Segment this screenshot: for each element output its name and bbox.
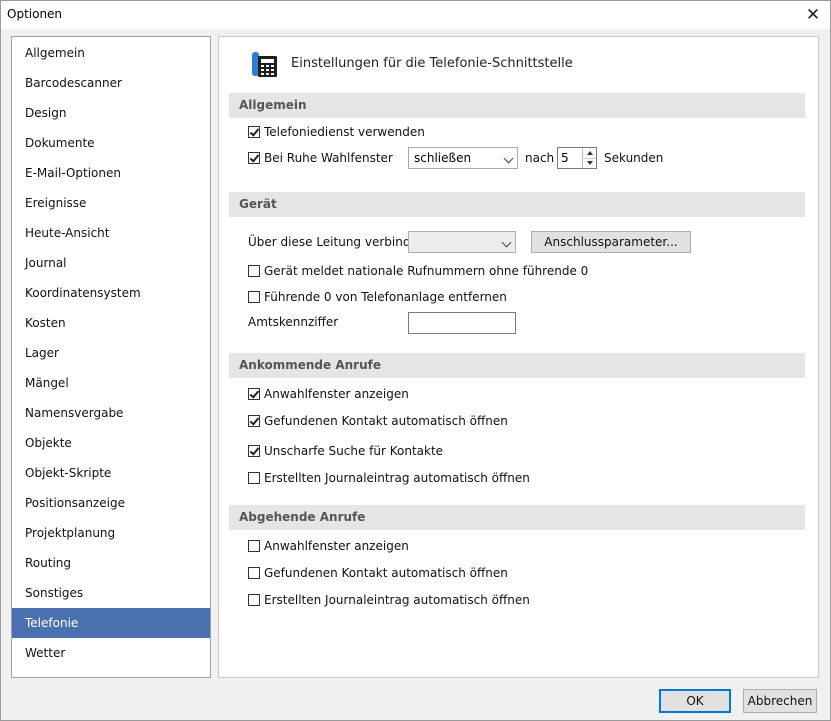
nav-item[interactable]: Objekte	[12, 428, 210, 458]
after-label: nach	[525, 151, 555, 165]
seconds-label: Sekunden	[604, 151, 664, 165]
trunk-code-input[interactable]	[408, 312, 516, 334]
seconds-spinner[interactable]: 5	[557, 147, 597, 169]
nav-item[interactable]: Lager	[12, 338, 210, 368]
chevron-down-icon	[503, 153, 514, 164]
nav-item[interactable]: Kosten	[12, 308, 210, 338]
incoming-show-dialog-checkbox[interactable]	[248, 388, 260, 400]
use-telephony-service-label: Telefoniedienst verwenden	[264, 125, 425, 139]
connection-parameters-button[interactable]: Anschlussparameter...	[531, 231, 691, 253]
leading-zero-checkbox[interactable]	[248, 291, 260, 303]
use-telephony-service-row[interactable]: Telefoniedienst verwenden	[248, 123, 425, 141]
panel-title: Einstellungen für die Telefonie-Schnitts…	[291, 56, 573, 71]
leading-zero-label: Führende 0 von Telefonanlage entfernen	[264, 290, 507, 304]
nav-item[interactable]: Objekt-Skripte	[12, 458, 210, 488]
national-numbers-label: Gerät meldet nationale Rufnummern ohne f…	[264, 264, 589, 278]
incoming-open-contact-row[interactable]: Gefundenen Kontakt automatisch öffnen	[248, 412, 508, 430]
outgoing-show-dialog-row[interactable]: Anwahlfenster anzeigen	[248, 537, 409, 555]
incoming-show-dialog-label: Anwahlfenster anzeigen	[264, 387, 409, 401]
idle-dialog-checkbox[interactable]	[248, 152, 260, 164]
section-outgoing-header: Abgehende Anrufe	[229, 505, 805, 530]
nav-item[interactable]: Barcodescanner	[12, 68, 210, 98]
section-general-header: Allgemein	[229, 93, 805, 118]
spinner-buttons	[582, 148, 596, 168]
category-list: Allgemein Barcodescanner Design Dokumente E-…	[11, 36, 211, 678]
incoming-fuzzy-search-checkbox[interactable]	[248, 445, 260, 457]
incoming-open-journal-label: Erstellten Journaleintrag automatisch öf…	[264, 471, 530, 485]
spin-down-button[interactable]	[583, 158, 596, 168]
nav-item[interactable]: Design	[12, 98, 210, 128]
phone-calculator-icon	[252, 52, 277, 77]
outgoing-show-dialog-checkbox[interactable]	[248, 540, 260, 552]
nav-item[interactable]: Positionsanzeige	[12, 488, 210, 518]
nav-item[interactable]: Wetter	[12, 638, 210, 668]
outgoing-open-journal-label: Erstellten Journaleintrag automatisch öf…	[264, 593, 530, 607]
incoming-fuzzy-search-row[interactable]: Unscharfe Suche für Kontakte	[248, 442, 443, 460]
leading-zero-row[interactable]: Führende 0 von Telefonanlage entfernen	[248, 288, 507, 306]
section-device-header: Gerät	[229, 192, 805, 217]
close-button[interactable]: ✕	[796, 1, 830, 29]
outgoing-open-contact-checkbox[interactable]	[248, 567, 260, 579]
options-dialog: Optionen ✕ Allgemein Barcodescanner Design…	[0, 0, 831, 721]
national-numbers-row[interactable]: Gerät meldet nationale Rufnummern ohne f…	[248, 262, 588, 280]
outgoing-show-dialog-label: Anwahlfenster anzeigen	[264, 539, 409, 553]
incoming-open-contact-checkbox[interactable]	[248, 415, 260, 427]
outgoing-open-contact-label: Gefundenen Kontakt automatisch öffnen	[264, 566, 508, 580]
idle-action-select[interactable]: schließen	[408, 147, 518, 169]
cancel-button[interactable]: Abbrechen	[743, 689, 817, 713]
nav-item[interactable]: Namensvergabe	[12, 398, 210, 428]
incoming-show-dialog-row[interactable]: Anwahlfenster anzeigen	[248, 385, 409, 403]
outgoing-open-contact-row[interactable]: Gefundenen Kontakt automatisch öffnen	[248, 564, 508, 582]
incoming-open-journal-checkbox[interactable]	[248, 472, 260, 484]
nav-item[interactable]: Heute-Ansicht	[12, 218, 210, 248]
national-numbers-checkbox[interactable]	[248, 265, 260, 277]
outgoing-open-journal-row[interactable]: Erstellten Journaleintrag automatisch öf…	[248, 591, 530, 609]
nav-item[interactable]: Mängel	[12, 368, 210, 398]
trunk-code-label: Amtskennziffer	[248, 315, 339, 329]
arrow-up-icon	[586, 151, 593, 155]
nav-item[interactable]: Telefonie	[12, 608, 210, 638]
idle-dialog-label: Bei Ruhe Wahlfenster	[264, 151, 393, 165]
incoming-fuzzy-search-label: Unscharfe Suche für Kontakte	[264, 444, 444, 458]
window-title: Optionen	[7, 7, 63, 21]
incoming-open-contact-label: Gefundenen Kontakt automatisch öffnen	[264, 414, 508, 428]
line-select[interactable]	[408, 231, 516, 253]
nav-item[interactable]: Koordinatensystem	[12, 278, 210, 308]
line-label: Über diese Leitung verbinden	[248, 235, 426, 249]
outgoing-open-journal-checkbox[interactable]	[248, 594, 260, 606]
ok-button[interactable]: OK	[659, 689, 731, 713]
nav-item[interactable]: E-Mail-Optionen	[12, 158, 210, 188]
nav-item[interactable]: Projektplanung	[12, 518, 210, 548]
seconds-value: 5	[561, 151, 569, 165]
nav-item[interactable]: Routing	[12, 548, 210, 578]
nav-item[interactable]: Sonstiges	[12, 578, 210, 608]
nav-item[interactable]: Ereignisse	[12, 188, 210, 218]
nav-item[interactable]: Journal	[12, 248, 210, 278]
nav-item[interactable]: Dokumente	[12, 128, 210, 158]
settings-panel: Einstellungen für die Telefonie-Schnitts…	[218, 36, 819, 678]
use-telephony-service-checkbox[interactable]	[248, 126, 260, 138]
chevron-down-icon	[501, 237, 512, 248]
idle-action-value: schließen	[414, 151, 472, 165]
nav-item[interactable]: Allgemein	[12, 38, 210, 68]
incoming-open-journal-row[interactable]: Erstellten Journaleintrag automatisch öf…	[248, 469, 530, 487]
idle-dialog-row[interactable]: Bei Ruhe Wahlfenster	[248, 149, 393, 167]
section-incoming-header: Ankommende Anrufe	[229, 353, 805, 378]
title-bar: Optionen ✕	[1, 1, 830, 29]
close-icon: ✕	[805, 5, 821, 25]
arrow-down-icon	[586, 161, 593, 165]
